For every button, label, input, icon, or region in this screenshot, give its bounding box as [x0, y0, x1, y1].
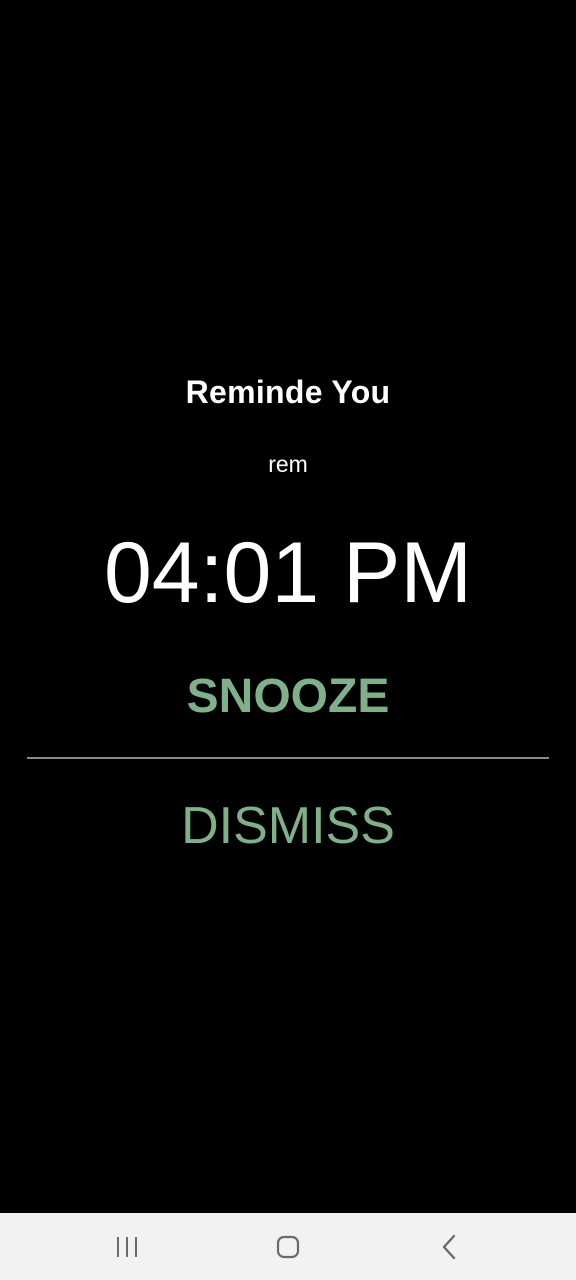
divider	[27, 757, 549, 759]
recents-button[interactable]	[67, 1213, 187, 1280]
back-icon	[442, 1234, 456, 1259]
dismiss-button[interactable]: DISMISS	[0, 790, 576, 860]
home-button[interactable]	[228, 1213, 348, 1280]
alarm-time: 04:01 PM	[103, 525, 473, 621]
alarm-panel: Reminde You rem 04:01 PM SNOOZE DISMISS	[0, 0, 576, 1213]
home-icon	[276, 1235, 300, 1258]
alarm-title: Reminde You	[185, 374, 391, 410]
recents-icon	[117, 1236, 137, 1257]
alarm-screen: Reminde You rem 04:01 PM SNOOZE DISMISS	[0, 0, 576, 1280]
back-button[interactable]	[390, 1213, 510, 1280]
navigation-bar	[0, 1213, 576, 1280]
snooze-button[interactable]: SNOOZE	[0, 664, 576, 728]
alarm-label: rem	[268, 451, 308, 477]
